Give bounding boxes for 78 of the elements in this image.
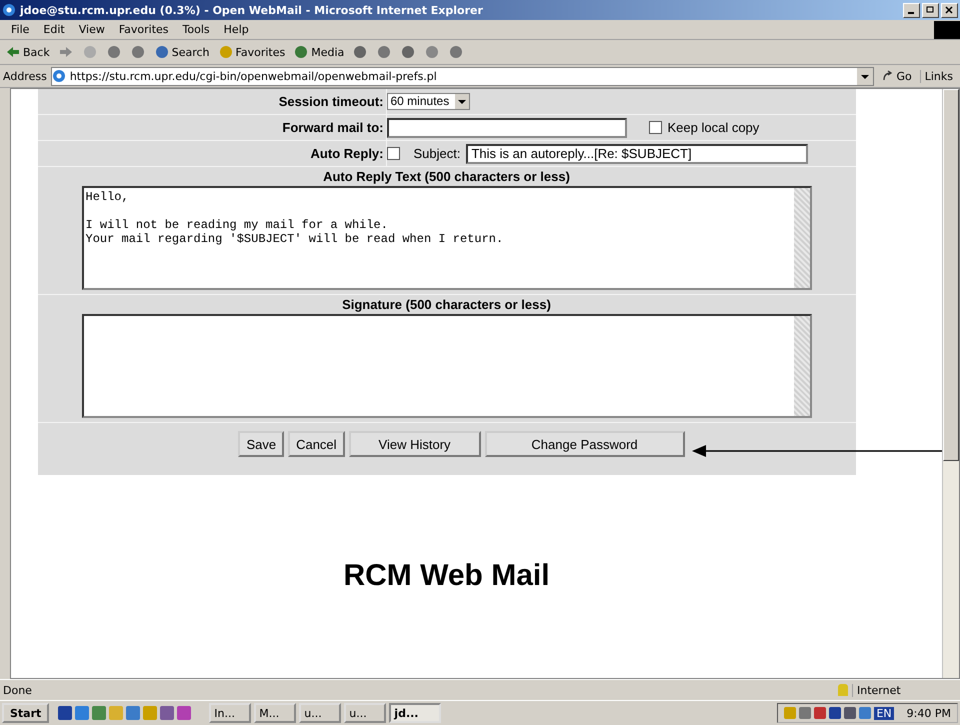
- subject-label: Subject:: [414, 146, 460, 161]
- section-heading: Signature (500 characters or less): [342, 296, 551, 314]
- taskbar-button[interactable]: jd...: [389, 703, 442, 723]
- toolbar-icon: [400, 44, 416, 60]
- menu-item[interactable]: Favorites: [112, 23, 176, 36]
- toolbar-icon: [293, 44, 310, 60]
- page-scrollbar[interactable]: [942, 89, 959, 678]
- toolbar-icon: [376, 44, 392, 60]
- menu-item[interactable]: Tools: [176, 23, 217, 36]
- scrollbar[interactable]: [794, 316, 810, 416]
- media-button[interactable]: Media: [291, 44, 346, 60]
- favorites-button[interactable]: Favorites: [216, 44, 288, 60]
- toolbar-icon: [154, 44, 170, 60]
- links-button[interactable]: Links: [920, 70, 957, 82]
- address-field[interactable]: https://stu.rcm.upr.edu/cgi-bin/openwebmail/openwebmail-prefs.pl: [50, 66, 874, 86]
- quick-launch-icon[interactable]: [75, 706, 90, 720]
- site-title: RCM Web Mail: [343, 559, 550, 593]
- toolbar-icon: [448, 44, 464, 60]
- search-button[interactable]: Search: [152, 44, 212, 60]
- window-title: jdoe@stu.rcm.upr.edu (0.3%) - Open WebMail - Microsoft Internet Explorer: [20, 4, 484, 16]
- menu-item[interactable]: Help: [216, 23, 256, 36]
- menu-item[interactable]: Edit: [36, 23, 72, 36]
- security-zone: Internet: [852, 684, 957, 696]
- go-button[interactable]: Go: [878, 70, 916, 82]
- keep-local-checkbox[interactable]: [648, 121, 662, 134]
- quick-launch-icon[interactable]: [58, 706, 72, 720]
- toolbar-icon: [424, 44, 440, 60]
- field-label: Session timeout:: [278, 94, 384, 109]
- language-indicator[interactable]: EN: [874, 706, 894, 720]
- tray-icon[interactable]: [829, 707, 842, 719]
- arrow-icon: [58, 44, 74, 60]
- subject-field[interactable]: This is an autoreply...[Re: $SUBJECT]: [466, 144, 808, 164]
- back-button[interactable]: Back: [3, 44, 52, 60]
- form-button[interactable]: Save: [238, 431, 284, 457]
- scrollbar[interactable]: [794, 188, 810, 288]
- taskbar-button[interactable]: M...: [254, 703, 296, 723]
- tray-icon[interactable]: [814, 707, 826, 719]
- quick-launch-icon[interactable]: [92, 706, 106, 720]
- form-button[interactable]: Cancel: [288, 431, 345, 457]
- section-heading: Auto Reply Text (500 characters or less): [323, 168, 570, 186]
- restore-button[interactable]: [922, 2, 939, 18]
- lock-icon: [838, 684, 848, 696]
- forward-address-field[interactable]: [386, 118, 626, 138]
- auto-reply-text-area[interactable]: Hello, I will not be reading my mail for a while. Your mail regarding '$SUBJECT' will be read when I return.: [82, 186, 812, 290]
- start-button[interactable]: Start: [2, 703, 50, 723]
- checkbox-label: Keep local copy: [668, 120, 760, 135]
- go-arrow-icon: [882, 70, 894, 82]
- timeout-dropdown[interactable]: 60 minutes: [386, 93, 470, 110]
- arrow-icon: [5, 44, 21, 60]
- form-button[interactable]: Change Password: [484, 431, 685, 457]
- close-button[interactable]: [941, 2, 958, 18]
- auto-reply-checkbox[interactable]: [386, 147, 400, 160]
- quick-launch-icon[interactable]: [126, 706, 140, 720]
- taskbar-button[interactable]: In...: [209, 703, 252, 723]
- minimize-button[interactable]: [903, 2, 920, 18]
- clock: 9:40 PM: [906, 706, 951, 720]
- address-label: Address: [3, 70, 47, 82]
- taskbar-button[interactable]: u...: [299, 703, 342, 723]
- toolbar-icon: [130, 44, 146, 60]
- field-label: Forward mail to:: [281, 120, 384, 135]
- quick-launch-icon[interactable]: [160, 706, 174, 720]
- status-text: Done: [3, 684, 32, 696]
- menu-item[interactable]: View: [72, 23, 112, 36]
- tray-icon[interactable]: [859, 707, 872, 719]
- field-label: Auto Reply:: [310, 146, 384, 161]
- tray-icon[interactable]: [844, 707, 856, 719]
- browser-icon: [2, 3, 16, 17]
- tray-icon[interactable]: [799, 707, 812, 719]
- quick-launch-icon[interactable]: [177, 706, 192, 720]
- form-button[interactable]: View History: [348, 431, 481, 457]
- toolbar-icon: [82, 44, 98, 60]
- taskbar-button[interactable]: u...: [344, 703, 386, 723]
- toolbar-icon: [106, 44, 122, 60]
- toolbar-icon: [352, 44, 368, 60]
- page-icon: [52, 69, 66, 83]
- toolbar-icon: [218, 44, 234, 60]
- menu-item[interactable]: File: [4, 23, 36, 36]
- signature-text-area[interactable]: [82, 314, 812, 418]
